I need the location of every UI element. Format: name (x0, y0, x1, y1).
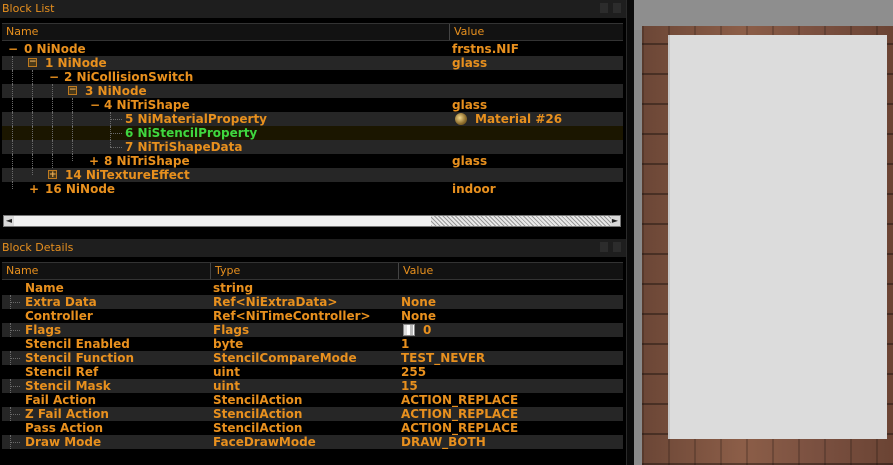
detail-row[interactable]: Stencil Mask uint 15 (2, 379, 623, 393)
block-list-title: Block List (2, 2, 55, 15)
material-sphere-icon (455, 113, 467, 125)
detail-value[interactable]: None (401, 309, 436, 323)
detail-value[interactable]: TEST_NEVER (401, 351, 485, 365)
detail-row[interactable]: Fail Action StencilAction ACTION_REPLACE (2, 393, 623, 407)
column-name[interactable]: Name (2, 263, 211, 279)
detail-type: uint (213, 365, 240, 379)
detail-name: Draw Mode (25, 435, 102, 449)
expand-icon[interactable]: + (29, 182, 39, 196)
block-list-panel: Block List Name Value − 0 NiNode frstns.… (0, 0, 626, 233)
detail-name: Z Fail Action (25, 407, 109, 421)
tree-row[interactable]: − 3 NiNode (2, 84, 623, 98)
detail-type: StencilAction (213, 407, 303, 421)
detail-row[interactable]: Stencil Function StencilCompareMode TEST_N… (2, 351, 623, 365)
detail-value[interactable]: None (401, 295, 436, 309)
detail-name: Stencil Mask (25, 379, 111, 393)
detail-row[interactable]: Pass Action StencilAction ACTION_REPLACE (2, 421, 623, 435)
tree-row[interactable]: − 1 NiNode glass (2, 56, 623, 70)
block-details-titlebar: Block Details (0, 239, 626, 257)
tree-row[interactable]: + 14 NiTextureEffect (2, 168, 623, 182)
detail-name: Pass Action (25, 421, 104, 435)
detail-type: StencilCompareMode (213, 351, 357, 365)
scrollbar-thumb[interactable] (431, 216, 611, 226)
column-value[interactable]: Value (450, 24, 623, 40)
detail-row[interactable]: Extra Data Ref<NiExtraData> None (2, 295, 623, 309)
expand-icon[interactable]: + (48, 170, 57, 180)
detail-value[interactable]: 255 (401, 365, 426, 379)
detail-row[interactable]: Controller Ref<NiTimeController> None (2, 309, 623, 323)
tree-row[interactable]: − 2 NiCollisionSwitch (2, 70, 623, 84)
render-viewport[interactable] (634, 0, 893, 465)
detail-row[interactable]: Flags Flags 0 (2, 323, 623, 337)
detail-name: Stencil Ref (25, 365, 99, 379)
block-details-panel: Block Details Name Type Value Name string… (0, 239, 626, 465)
glass-pane (668, 35, 887, 439)
scroll-right-icon[interactable]: ► (610, 216, 620, 226)
detail-row[interactable]: Z Fail Action StencilAction ACTION_REPLACE (2, 407, 623, 421)
detail-name: Extra Data (25, 295, 97, 309)
block-details-title: Block Details (2, 241, 74, 254)
collapse-icon[interactable]: − (28, 58, 37, 67)
column-name[interactable]: Name (2, 24, 450, 40)
horizontal-scrollbar[interactable]: ◄ ► (3, 215, 621, 227)
detail-row[interactable]: Stencil Ref uint 255 (2, 365, 623, 379)
detail-type: string (213, 281, 254, 295)
detail-row[interactable]: Draw Mode FaceDrawMode DRAW_BOTH (2, 435, 623, 449)
detail-value[interactable]: DRAW_BOTH (401, 435, 486, 449)
detail-type: byte (213, 337, 244, 351)
block-details-header: Name Type Value (2, 262, 623, 280)
tree-row[interactable]: 5 NiMaterialProperty Material #26 (2, 112, 623, 126)
collapse-icon[interactable]: − (49, 70, 59, 84)
scroll-left-icon[interactable]: ◄ (4, 216, 14, 226)
expand-icon[interactable]: + (89, 154, 99, 168)
detail-value: 0 (423, 323, 432, 337)
detail-type: Flags (213, 323, 250, 337)
collapse-icon[interactable]: − (90, 98, 100, 112)
detail-value[interactable]: 1 (401, 337, 409, 351)
detail-row[interactable]: Stencil Enabled byte 1 (2, 337, 623, 351)
tree-row[interactable]: + 16 NiNode indoor (2, 182, 623, 196)
collapse-icon[interactable]: − (8, 42, 18, 56)
tree-row[interactable]: − 4 NiTriShape glass (2, 98, 623, 112)
column-type[interactable]: Type (211, 263, 399, 279)
detail-type: FaceDrawMode (213, 435, 316, 449)
column-value[interactable]: Value (399, 263, 623, 279)
detail-type: Ref<NiTimeController> (213, 309, 371, 323)
detail-value[interactable]: ACTION_REPLACE (401, 393, 518, 407)
block-list-titlebar: Block List (0, 0, 626, 18)
detail-name: Controller (25, 309, 93, 323)
flags-icon (403, 324, 415, 336)
float-icon[interactable] (600, 3, 608, 13)
tree-row[interactable]: + 8 NiTriShape glass (2, 154, 623, 168)
detail-value[interactable]: ACTION_REPLACE (401, 407, 518, 421)
detail-name: Stencil Function (25, 351, 135, 365)
detail-name: Name (25, 281, 64, 295)
detail-type: uint (213, 379, 240, 393)
detail-value[interactable]: 15 (401, 379, 418, 393)
close-icon[interactable] (613, 242, 621, 252)
collapse-icon[interactable]: − (68, 86, 77, 95)
float-icon[interactable] (600, 242, 608, 252)
detail-name: Fail Action (25, 393, 97, 407)
detail-type: StencilAction (213, 421, 303, 435)
detail-name: Stencil Enabled (25, 337, 130, 351)
tree-row[interactable]: − 0 NiNode frstns.NIF (2, 42, 623, 56)
detail-row[interactable]: Name string (2, 281, 623, 295)
detail-type: Ref<NiExtraData> (213, 295, 338, 309)
detail-name: Flags (25, 323, 62, 337)
block-list-header: Name Value (2, 23, 623, 41)
tree-row-selected[interactable]: 6 NiStencilProperty (2, 126, 623, 140)
detail-type: StencilAction (213, 393, 303, 407)
tree-row[interactable]: 7 NiTriShapeData (2, 140, 623, 154)
close-icon[interactable] (613, 3, 621, 13)
detail-value[interactable]: ACTION_REPLACE (401, 421, 518, 435)
